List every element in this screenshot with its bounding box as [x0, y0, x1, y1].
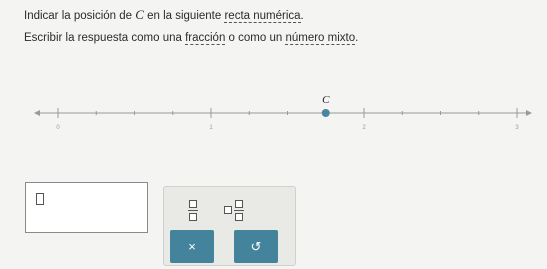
instruction-text: Escribir la respuesta como una: [24, 32, 186, 44]
number-line: 0 1 2 3 C: [34, 95, 532, 131]
instruction-line-1: Indicar la posición de C en la siguiente…: [24, 7, 304, 23]
mixed-number-icon: [224, 206, 232, 214]
instruction-text: en la siguiente: [143, 10, 225, 22]
clear-button[interactable]: ×: [170, 230, 214, 263]
point-c-marker: [321, 109, 330, 117]
tick-label: 3: [515, 125, 519, 131]
undo-button[interactable]: ↺: [234, 230, 278, 263]
math-keypad: × ↺: [163, 186, 296, 266]
fraction-button[interactable]: [180, 197, 206, 223]
mixed-number-button[interactable]: [219, 197, 249, 223]
glossary-link-recta-numerica[interactable]: recta numérica: [224, 10, 301, 23]
instruction-text: o como un: [225, 32, 286, 44]
left-arrow-icon: [34, 110, 40, 116]
tick-label: 2: [362, 125, 366, 131]
instruction-line-2: Escribir la respuesta como una fracción …: [24, 32, 359, 45]
glossary-link-fraccion[interactable]: fracción: [185, 32, 226, 45]
instruction-text: .: [300, 10, 304, 22]
instruction-text: Indicar la posición de: [24, 10, 136, 22]
tick-label: 0: [56, 125, 60, 131]
tick-label: 1: [209, 125, 213, 131]
right-arrow-icon: [526, 110, 532, 116]
fraction-icon: [188, 199, 198, 221]
input-cursor: [36, 193, 44, 205]
variable-c: C: [135, 7, 144, 22]
point-c-label: C: [322, 95, 330, 106]
close-icon: ×: [188, 239, 196, 254]
glossary-link-numero-mixto[interactable]: número mixto: [285, 32, 356, 45]
undo-icon: ↺: [250, 238, 262, 254]
tick-labels: 0 1 2 3: [56, 125, 519, 131]
instruction-text: .: [355, 32, 359, 44]
answer-input[interactable]: [25, 182, 148, 233]
